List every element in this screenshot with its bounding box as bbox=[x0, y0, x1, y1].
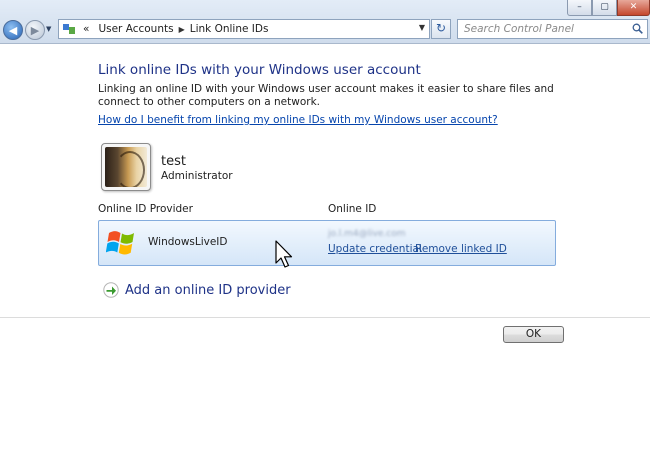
update-credential-link[interactable]: Update credential bbox=[328, 243, 422, 255]
minimize-button[interactable]: – bbox=[567, 0, 592, 16]
avatar bbox=[101, 143, 151, 191]
breadcrumb-user-accounts[interactable]: User Accounts bbox=[98, 23, 173, 35]
close-button[interactable]: ✕ bbox=[617, 0, 650, 16]
windows-logo-icon bbox=[106, 231, 134, 255]
user-role: Administrator bbox=[161, 170, 233, 182]
provider-name: WindowsLiveID bbox=[148, 236, 228, 248]
mouse-cursor-icon bbox=[275, 240, 293, 268]
add-arrow-icon bbox=[103, 282, 119, 298]
window-controls: – ▢ ✕ bbox=[567, 0, 650, 16]
search-placeholder: Search Control Panel bbox=[464, 23, 574, 35]
column-header-provider: Online ID Provider bbox=[98, 203, 193, 215]
maximize-button[interactable]: ▢ bbox=[592, 0, 617, 16]
address-bar[interactable]: « User Accounts ▶ Link Online IDs ▼ bbox=[58, 19, 430, 39]
breadcrumb-link-online-ids[interactable]: Link Online IDs bbox=[190, 23, 269, 35]
help-link[interactable]: How do I benefit from linking my online … bbox=[98, 114, 498, 126]
address-dropdown-icon[interactable]: ▼ bbox=[419, 23, 425, 32]
remove-linked-id-link[interactable]: Remove linked ID bbox=[415, 243, 507, 255]
recent-pages-dropdown[interactable]: ▼ bbox=[46, 25, 51, 33]
intro-text: Linking an online ID with your Windows u… bbox=[98, 83, 554, 108]
arrow-left-icon: ◀ bbox=[8, 23, 18, 37]
add-provider-link[interactable]: Add an online ID provider bbox=[103, 282, 291, 298]
breadcrumb-separator-icon[interactable]: ▶ bbox=[179, 25, 185, 34]
refresh-button[interactable]: ↻ bbox=[431, 19, 451, 39]
user-picture-icon bbox=[105, 147, 147, 187]
ok-button[interactable]: OK bbox=[503, 326, 564, 343]
add-provider-label: Add an online ID provider bbox=[125, 282, 291, 298]
refresh-icon: ↻ bbox=[435, 21, 447, 35]
page-title: Link online IDs with your Windows user a… bbox=[98, 62, 421, 78]
column-header-online-id: Online ID bbox=[328, 203, 377, 215]
control-panel-icon bbox=[63, 23, 77, 35]
window-chrome: – ▢ ✕ ◀ ▶ ▼ « User Accounts ▶ Link Onlin… bbox=[0, 0, 650, 44]
user-name: test bbox=[161, 154, 186, 169]
back-button[interactable]: ◀ bbox=[3, 20, 23, 40]
forward-button[interactable]: ▶ bbox=[25, 20, 45, 40]
online-id-value: jo.l.m4@live.com bbox=[328, 229, 406, 239]
search-box[interactable]: Search Control Panel bbox=[457, 19, 648, 39]
provider-row[interactable]: WindowsLiveID jo.l.m4@live.com Update cr… bbox=[98, 220, 556, 266]
breadcrumb-overflow[interactable]: « bbox=[83, 23, 89, 35]
search-icon[interactable] bbox=[632, 23, 643, 34]
arrow-right-icon: ▶ bbox=[30, 23, 40, 37]
divider bbox=[0, 317, 650, 318]
